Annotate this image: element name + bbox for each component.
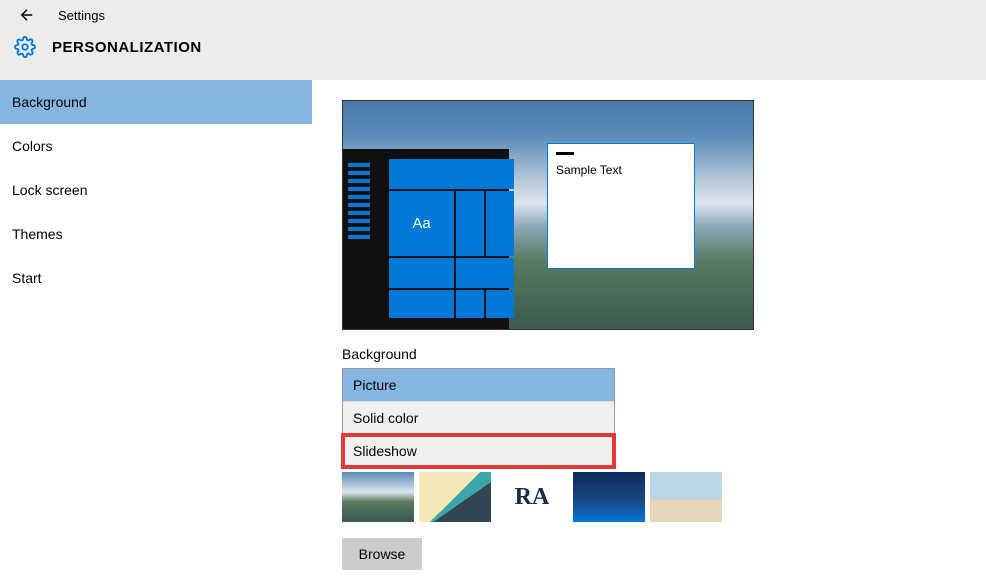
- main-panel: Aa Sample Text Background Picture Solid …: [312, 80, 986, 580]
- preview-sample-window: Sample Text: [547, 143, 695, 269]
- thumbnail-1[interactable]: [342, 472, 414, 522]
- settings-label: Settings: [58, 8, 105, 23]
- preview-tiles: Aa: [389, 159, 514, 318]
- sidebar-item-background[interactable]: Background: [0, 80, 312, 124]
- thumbnail-5[interactable]: [650, 472, 722, 522]
- sidebar-item-start[interactable]: Start: [0, 256, 312, 300]
- thumbnail-2[interactable]: [419, 472, 491, 522]
- page-title: PERSONALIZATION: [52, 39, 202, 56]
- preview-tile-aa: Aa: [389, 191, 454, 256]
- thumbnail-4[interactable]: [573, 472, 645, 522]
- thumbnail-3[interactable]: RA: [496, 472, 568, 522]
- topbar: Settings PERSONALIZATION: [0, 0, 986, 80]
- gear-icon: [14, 36, 36, 58]
- back-icon[interactable]: [18, 6, 36, 24]
- preview-start-menu: Aa: [343, 149, 509, 329]
- sidebar: Background Colors Lock screen Themes Sta…: [0, 80, 312, 580]
- preview-sample-text: Sample Text: [556, 163, 686, 177]
- sidebar-item-lock-screen[interactable]: Lock screen: [0, 168, 312, 212]
- dropdown-option-picture[interactable]: Picture: [343, 369, 614, 402]
- sidebar-item-themes[interactable]: Themes: [0, 212, 312, 256]
- sidebar-item-colors[interactable]: Colors: [0, 124, 312, 168]
- dropdown-option-solid-color[interactable]: Solid color: [343, 402, 614, 435]
- picture-thumbnails: RA: [342, 472, 956, 522]
- dropdown-option-slideshow[interactable]: Slideshow: [343, 435, 614, 467]
- background-label: Background: [342, 346, 956, 362]
- background-preview: Aa Sample Text: [342, 100, 754, 330]
- preview-nav-icons: [348, 163, 370, 243]
- background-dropdown[interactable]: Picture Solid color Slideshow: [342, 368, 615, 468]
- browse-button[interactable]: Browse: [342, 538, 422, 570]
